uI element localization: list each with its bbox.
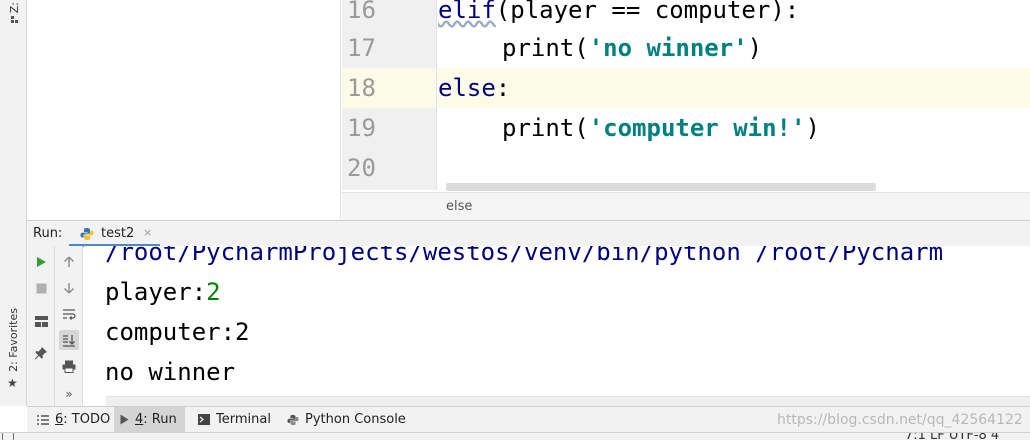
z-structure-label: Z: <box>8 2 21 14</box>
rerun-icon <box>37 257 46 267</box>
string-literal: 'computer win!' <box>588 114 806 142</box>
bottom-tool-bar: 6: TODO 4: Run Terminal Python Console h… <box>27 406 1030 432</box>
watermark-text: https://blog.csdn.net/qq_42564122 <box>777 412 1023 428</box>
todo-tool-button[interactable]: 6: TODO <box>31 407 118 432</box>
console-horizontal-scrollbar[interactable] <box>106 396 1030 406</box>
elif-condition: (player == computer): <box>495 0 800 24</box>
more-icon[interactable]: » <box>59 384 79 404</box>
python-console-label: Python Console <box>305 412 406 427</box>
close-paren: ) <box>747 34 763 62</box>
stop-button[interactable] <box>31 278 51 298</box>
breadcrumb: else <box>342 192 1030 220</box>
todo-icon <box>37 414 49 425</box>
layout-icon <box>34 315 48 327</box>
else-colon: : <box>495 74 511 102</box>
run-tool-button[interactable]: 4: Run <box>114 407 185 432</box>
terminal-tool-button[interactable]: Terminal <box>192 407 279 432</box>
keyword-elif: elif <box>438 0 496 24</box>
z-structure-tab[interactable]: Z: <box>6 0 22 30</box>
tool-windows-toggle-icon[interactable] <box>2 433 14 440</box>
string-literal: 'no winner' <box>588 34 748 62</box>
layout-button[interactable] <box>31 311 51 331</box>
run-label: Run: <box>33 226 63 241</box>
pin-tab-button[interactable] <box>31 343 51 363</box>
python-console-tool-button[interactable]: Python Console <box>281 407 414 432</box>
run-label: : Run <box>143 412 177 427</box>
code-line-16[interactable]: elif(player == computer): <box>438 0 1030 30</box>
todo-label: : TODO <box>63 412 111 427</box>
console-output[interactable]: /root/PycharmProjects/westos/venv/bin/py… <box>84 246 1030 406</box>
scroll-to-end-icon <box>63 334 75 347</box>
code-line-20[interactable] <box>438 148 1030 188</box>
scroll-to-end-button[interactable] <box>59 330 79 350</box>
console-computer-line: computer:2 <box>105 318 250 346</box>
terminal-label: Terminal <box>216 412 271 427</box>
line-number-current: 18 <box>342 68 436 108</box>
status-info: 7:1 LF UTF-8 4 <box>905 432 1000 440</box>
next-occurrence-button[interactable] <box>59 278 79 298</box>
soft-wrap-icon <box>63 308 76 320</box>
favorites-label: 2: Favorites <box>7 308 20 372</box>
run-shortcut: 4 <box>135 412 144 427</box>
code-line-18[interactable]: else: <box>438 68 1030 108</box>
keyword-else: else <box>438 74 496 102</box>
console-command-line: /root/PycharmProjects/westos/venv/bin/py… <box>105 246 944 266</box>
code-area[interactable]: elif(player == computer): print('no winn… <box>438 0 1030 190</box>
run-toolbar-primary <box>27 246 55 406</box>
editor-horizontal-scrollbar[interactable] <box>446 183 876 191</box>
favorites-tab[interactable]: 2: Favorites ★ <box>4 300 24 400</box>
console-result-line: no winner <box>105 358 236 386</box>
todo-shortcut: 6 <box>55 412 64 427</box>
print-call: print( <box>502 114 589 142</box>
up-arrow-icon <box>64 256 74 267</box>
run-tab-label: test2 <box>101 226 135 241</box>
player-label: player: <box>105 278 207 306</box>
breadcrumb-item[interactable]: else <box>446 199 472 214</box>
down-arrow-icon <box>64 283 74 294</box>
run-toolbar-secondary: » <box>55 246 83 406</box>
editor-area: 16 17 18 19 20 elif(player == computer):… <box>27 0 1030 220</box>
print-icon <box>62 360 76 373</box>
left-tool-strip: Z: 2: Favorites ★ <box>0 0 27 406</box>
structure-icon <box>11 16 18 23</box>
run-tool-window-header: Run: test2 × <box>27 220 1030 247</box>
close-paren: ) <box>805 114 820 142</box>
line-number: 20 <box>347 154 376 182</box>
run-tab-test2[interactable]: test2 × <box>69 221 160 247</box>
python-icon <box>80 228 94 240</box>
status-bar: 7:1 LF UTF-8 4 <box>0 432 1030 440</box>
line-number-gutter: 16 17 18 19 20 <box>342 0 437 190</box>
code-line-17[interactable]: print('no winner') <box>438 28 1030 68</box>
line-number: 19 <box>347 114 376 142</box>
stop-icon <box>36 283 46 293</box>
code-line-19[interactable]: print('computer win!') <box>438 108 1030 148</box>
line-number: 17 <box>347 34 376 62</box>
soft-wrap-button[interactable] <box>59 304 79 324</box>
terminal-icon <box>198 414 210 425</box>
console-player-line: player:2 <box>105 272 221 312</box>
run-icon <box>120 414 129 425</box>
project-panel-blank <box>27 0 341 220</box>
previous-occurrence-button[interactable] <box>59 252 79 272</box>
print-button[interactable] <box>59 356 79 376</box>
close-icon[interactable]: × <box>143 226 152 239</box>
pin-icon <box>34 347 47 360</box>
player-input-value: 2 <box>206 278 221 306</box>
line-number: 16 <box>347 0 376 24</box>
python-console-icon <box>287 414 299 425</box>
rerun-button[interactable] <box>31 252 51 272</box>
star-icon: ★ <box>7 376 18 390</box>
print-call: print( <box>502 34 589 62</box>
